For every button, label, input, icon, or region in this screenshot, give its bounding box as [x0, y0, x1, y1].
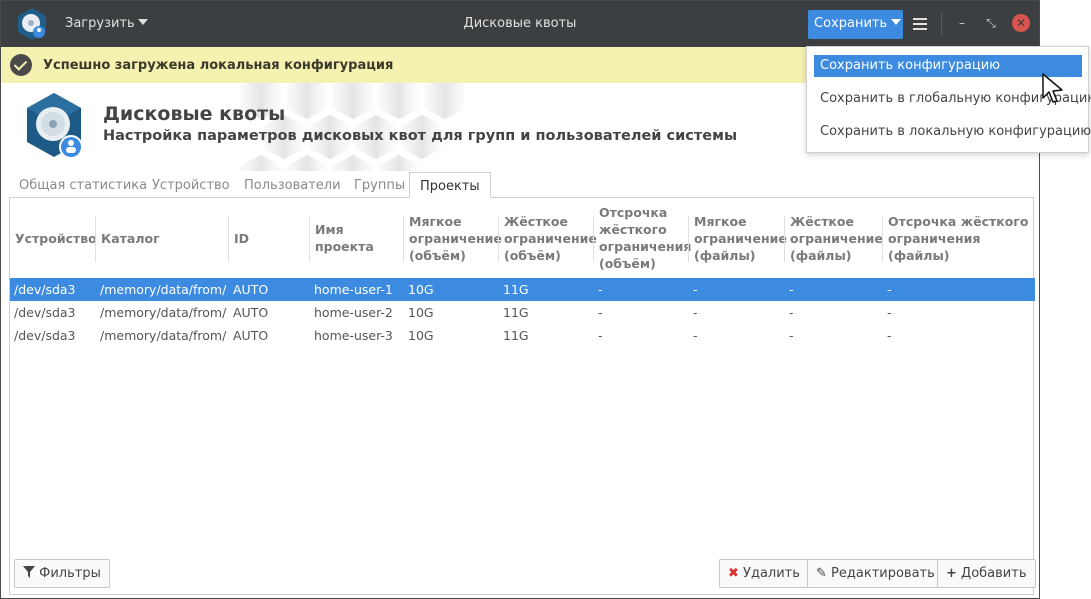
table-cell: /dev/sda3: [14, 328, 76, 343]
save-button[interactable]: Сохранить: [808, 10, 903, 39]
restore-button[interactable]: ⤡: [982, 14, 1000, 32]
table-row[interactable]: /dev/sda3 /memory/data/from/ AUTO home-u…: [10, 324, 1035, 347]
table-cell: AUTO: [233, 305, 269, 320]
titlebar-separator: [941, 13, 942, 35]
table-cell: home-user-3: [314, 328, 393, 343]
pencil-icon: ✎: [816, 566, 827, 581]
table-row[interactable]: /dev/sda3 /memory/data/from/ AUTO home-u…: [10, 301, 1035, 324]
plus-icon: +: [946, 566, 957, 581]
tab-general-stats[interactable]: Общая статистика: [9, 172, 157, 198]
menu-item-save-local[interactable]: Сохранить в локальную конфигурацию: [814, 121, 1091, 143]
projects-panel: Устройство Каталог ID Имя проекта Мягкое…: [9, 197, 1035, 595]
table-cell: /memory/data/from/: [100, 328, 227, 343]
table-cell: 10G: [408, 305, 434, 320]
table-cell: -: [789, 328, 794, 343]
table-cell: /memory/data/from/: [100, 305, 227, 320]
hexagon-background: [237, 83, 469, 171]
table-cell: -: [785, 278, 883, 301]
table-cell: 11G: [499, 278, 594, 301]
add-button[interactable]: + Добавить: [937, 559, 1036, 588]
app-logo-icon: [18, 8, 46, 40]
table-header-row: Устройство Каталог ID Имя проекта Мягкое…: [10, 198, 1035, 278]
tab-users[interactable]: Пользователи: [234, 172, 351, 198]
table-cell: -: [594, 278, 689, 301]
filter-icon: [23, 566, 35, 578]
filters-button[interactable]: Фильтры: [14, 559, 110, 588]
disk-quota-logo-icon: [27, 93, 83, 159]
load-menu[interactable]: Загрузить: [65, 16, 148, 31]
menu-icon[interactable]: [913, 18, 927, 30]
projects-table: Устройство Каталог ID Имя проекта Мягкое…: [10, 198, 1035, 347]
column-header[interactable]: Жёсткое ограничение (файлы): [785, 198, 883, 278]
column-header[interactable]: Мягкое ограничение (файлы): [689, 198, 787, 278]
table-cell: -: [689, 278, 785, 301]
tab-device[interactable]: Устройство: [142, 172, 240, 198]
menu-item-save-global[interactable]: Сохранить в глобальную конфигурацию: [814, 88, 1091, 110]
table-cell: 10G: [408, 328, 434, 343]
page-subtitle: Настройка параметров дисковых квот для г…: [103, 128, 738, 144]
table-cell: 10G: [404, 278, 499, 301]
minimize-button[interactable]: –: [953, 14, 971, 32]
table-cell: -: [789, 305, 794, 320]
titlebar: Загрузить Дисковые квоты Сохранить – ⤡ ✕: [1, 1, 1039, 47]
column-header[interactable]: Имя проекта: [310, 198, 404, 278]
chevron-down-icon: [137, 19, 148, 25]
table-cell: -: [887, 305, 892, 320]
column-header[interactable]: Отсрочка жёсткого ограничения (объём): [594, 198, 691, 278]
menu-item-save-config[interactable]: Сохранить конфигурацию: [814, 55, 1082, 77]
delete-icon: ✖: [728, 566, 739, 581]
table-row[interactable]: /dev/sda3 /memory/data/from/ AUTO home-u…: [10, 278, 1035, 301]
column-header[interactable]: Мягкое ограничение (объём): [404, 198, 502, 278]
checkmark-icon: [10, 54, 32, 76]
table-cell: AUTO: [229, 278, 310, 301]
table-cell: /memory/data/from/: [96, 278, 229, 301]
edit-button[interactable]: ✎ Редактировать: [807, 559, 944, 588]
table-cell: -: [598, 305, 603, 320]
table-cell: -: [887, 328, 892, 343]
table-cell: -: [693, 305, 698, 320]
close-button[interactable]: ✕: [1012, 14, 1030, 32]
column-header[interactable]: Каталог: [96, 198, 229, 278]
table-cell: -: [693, 328, 698, 343]
tab-projects[interactable]: Проекты: [409, 172, 491, 198]
chevron-down-icon: [891, 19, 902, 25]
column-header[interactable]: Устройство: [10, 198, 97, 278]
table-cell: home-user-2: [314, 305, 393, 320]
page-title: Дисковые квоты: [103, 103, 286, 125]
table-cell: home-user-1: [310, 278, 404, 301]
column-header[interactable]: Отсрочка жёсткого ограничения (файлы): [883, 198, 1035, 278]
column-header[interactable]: ID: [229, 198, 310, 278]
table-cell: 11G: [503, 328, 529, 343]
table-cell: 11G: [503, 305, 529, 320]
notification-text: Успешно загружена локальная конфигурация: [43, 58, 394, 73]
delete-button[interactable]: ✖ Удалить: [719, 559, 809, 588]
table-cell: -: [598, 328, 603, 343]
table-cell: -: [883, 278, 1035, 301]
table-cell: /dev/sda3: [10, 278, 96, 301]
save-dropdown-menu: Сохранить конфигурацию Сохранить в глоба…: [806, 46, 1091, 153]
tab-groups[interactable]: Группы: [344, 172, 415, 198]
table-cell: /dev/sda3: [14, 305, 76, 320]
table-cell: AUTO: [233, 328, 269, 343]
column-header[interactable]: Жёсткое ограничение (объём): [499, 198, 597, 278]
